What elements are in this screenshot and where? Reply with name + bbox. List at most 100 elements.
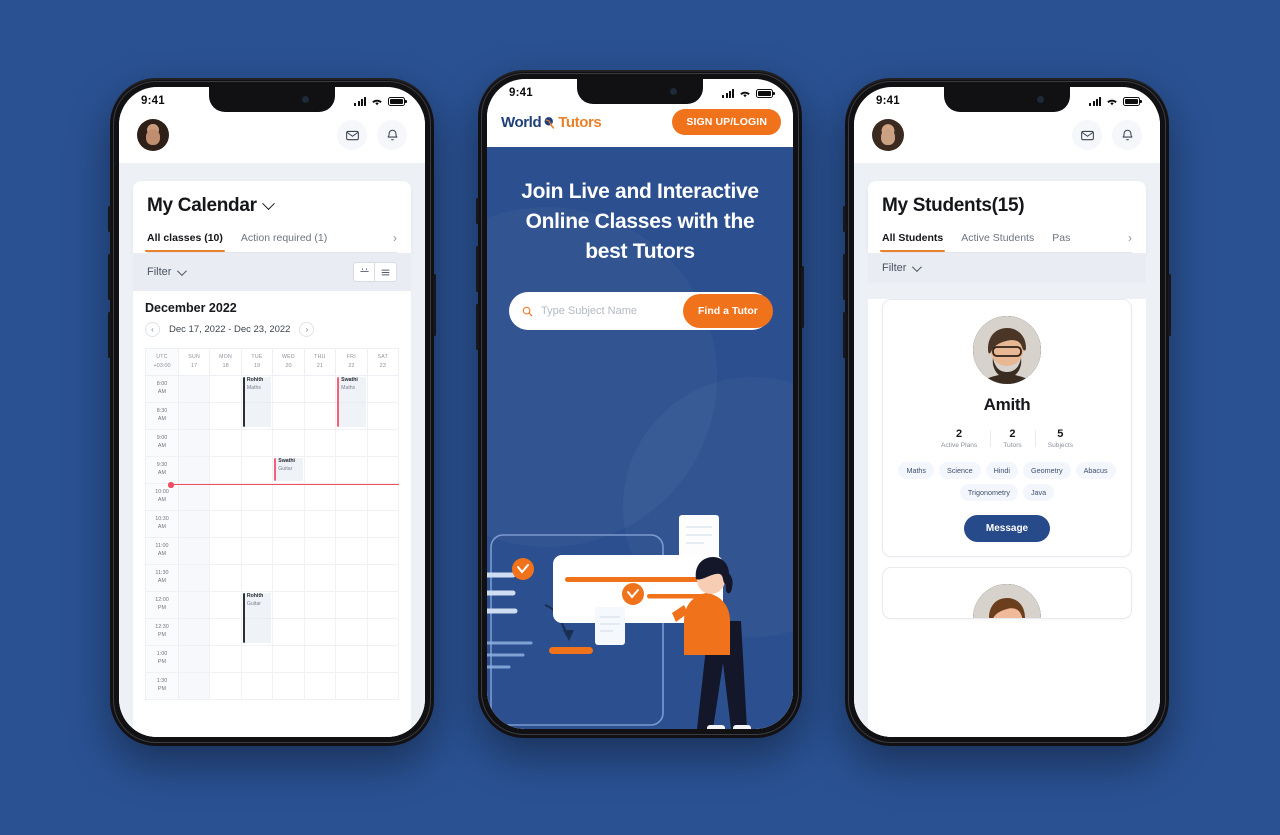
calendar-cell[interactable]: Swathi Guitar: [273, 457, 305, 485]
calendar-cell[interactable]: [241, 511, 274, 539]
calendar-cell[interactable]: [210, 376, 242, 404]
tab-all-classes[interactable]: All classes (10): [145, 232, 225, 252]
calendar-cell[interactable]: [367, 457, 400, 485]
calendar-cell[interactable]: [178, 673, 211, 701]
calendar-cell[interactable]: [304, 430, 337, 458]
power-button[interactable]: [801, 266, 804, 328]
calendar-cell[interactable]: [273, 511, 305, 539]
calendar-cell[interactable]: [336, 484, 368, 512]
calendar-cell[interactable]: [304, 376, 337, 404]
calendar-cell[interactable]: [241, 619, 274, 647]
calendar-cell[interactable]: [178, 619, 211, 647]
notifications-button[interactable]: [377, 120, 407, 150]
calendar-cell[interactable]: [367, 646, 400, 674]
subject-chip[interactable]: Maths: [898, 462, 935, 479]
calendar-cell[interactable]: Rohith Guitar: [241, 592, 274, 644]
calendar-cell[interactable]: [273, 619, 305, 647]
calendar-cell[interactable]: [304, 565, 337, 593]
subject-chip[interactable]: Hindi: [985, 462, 1018, 479]
calendar-cell[interactable]: [367, 511, 400, 539]
calendar-cell[interactable]: [273, 673, 305, 701]
calendar-cell[interactable]: [178, 484, 211, 512]
filter-dropdown[interactable]: Filter: [882, 261, 923, 274]
calendar-cell[interactable]: [367, 592, 400, 620]
calendar-cell[interactable]: [178, 592, 211, 620]
calendar-cell[interactable]: [178, 403, 211, 431]
calendar-cell[interactable]: Rohith Maths: [241, 376, 274, 428]
calendar-cell[interactable]: [178, 430, 211, 458]
calendar-cell[interactable]: [336, 592, 368, 620]
calendar-cell[interactable]: [241, 646, 274, 674]
tab-all-students[interactable]: All Students: [879, 232, 946, 252]
calendar-cell[interactable]: [273, 484, 305, 512]
calendar-cell[interactable]: [304, 484, 337, 512]
calendar-cell[interactable]: [336, 457, 368, 485]
volume-up-button[interactable]: [476, 246, 479, 292]
power-button[interactable]: [1168, 274, 1171, 336]
calendar-cell[interactable]: [210, 511, 242, 539]
calendar-cell[interactable]: [367, 403, 400, 431]
calendar-cell[interactable]: [336, 511, 368, 539]
calendar-cell[interactable]: [178, 538, 211, 566]
calendar-cell[interactable]: [304, 619, 337, 647]
calendar-cell[interactable]: [210, 673, 242, 701]
calendar-cell[interactable]: [210, 430, 242, 458]
calendar-cell[interactable]: [178, 511, 211, 539]
calendar-cell[interactable]: [178, 376, 211, 404]
calendar-cell[interactable]: [273, 592, 305, 620]
calendar-cell[interactable]: [304, 538, 337, 566]
calendar-cell[interactable]: [241, 538, 274, 566]
calendar-cell[interactable]: [273, 403, 305, 431]
calendar-cell[interactable]: [367, 376, 400, 404]
calendar-cell[interactable]: [210, 619, 242, 647]
subject-chip[interactable]: Trigonometry: [959, 484, 1018, 501]
calendar-cell[interactable]: Swathi Maths: [336, 376, 368, 428]
calendar-cell[interactable]: [210, 457, 242, 485]
calendar-cell[interactable]: [210, 538, 242, 566]
power-button[interactable]: [433, 274, 436, 336]
volume-down-button[interactable]: [108, 312, 111, 358]
filter-dropdown[interactable]: Filter: [147, 265, 188, 278]
calendar-cell[interactable]: [367, 619, 400, 647]
calendar-cell[interactable]: [273, 646, 305, 674]
tab-active-students[interactable]: Active Students: [961, 232, 1034, 251]
mail-button[interactable]: [1072, 120, 1102, 150]
calendar-cell[interactable]: [241, 430, 274, 458]
next-week-button[interactable]: ›: [299, 322, 315, 337]
volume-down-button[interactable]: [476, 304, 479, 350]
calendar-cell[interactable]: [273, 430, 305, 458]
calendar-cell[interactable]: [273, 376, 305, 404]
subject-chip[interactable]: Java: [1022, 484, 1055, 501]
calendar-cell[interactable]: [241, 403, 274, 431]
logo[interactable]: World Tutors: [501, 114, 602, 131]
calendar-cell[interactable]: [210, 592, 242, 620]
calendar-cell[interactable]: [241, 565, 274, 593]
calendar-cell[interactable]: [336, 403, 368, 431]
calendar-cell[interactable]: [241, 484, 274, 512]
calendar-cell[interactable]: [178, 646, 211, 674]
calendar-cell[interactable]: [336, 619, 368, 647]
volume-up-button[interactable]: [108, 254, 111, 300]
message-button[interactable]: Message: [963, 515, 1051, 542]
avatar[interactable]: [137, 119, 169, 151]
calendar-cell[interactable]: [273, 538, 305, 566]
subject-chip[interactable]: Science: [939, 462, 981, 479]
notifications-button[interactable]: [1112, 120, 1142, 150]
calendar-event[interactable]: Swathi Guitar: [274, 458, 303, 482]
subject-chip[interactable]: Abacus: [1075, 462, 1116, 479]
volume-down-button[interactable]: [843, 312, 846, 358]
calendar-cell[interactable]: [178, 457, 211, 485]
mail-button[interactable]: [337, 120, 367, 150]
mute-switch[interactable]: [843, 206, 846, 232]
calendar-cell[interactable]: [367, 673, 400, 701]
calendar-cell[interactable]: [210, 565, 242, 593]
calendar-cell[interactable]: [178, 565, 211, 593]
calendar-cell[interactable]: [304, 673, 337, 701]
calendar-cell[interactable]: [336, 646, 368, 674]
prev-week-button[interactable]: ‹: [145, 322, 160, 337]
calendar-cell[interactable]: [210, 646, 242, 674]
avatar[interactable]: [872, 119, 904, 151]
subject-chip[interactable]: Geometry: [1023, 462, 1071, 479]
tabs-next-icon[interactable]: ›: [393, 231, 397, 252]
signup-login-button[interactable]: SIGN UP/LOGIN: [672, 109, 781, 135]
